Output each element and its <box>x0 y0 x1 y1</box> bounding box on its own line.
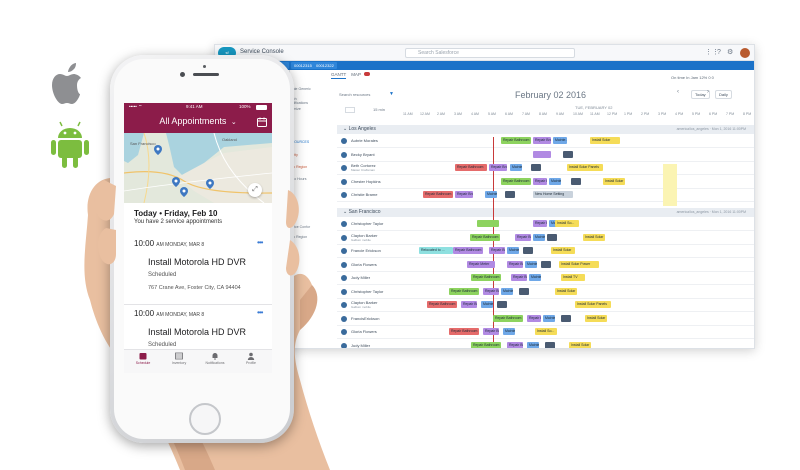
mobile-screen: ••••• ⌔ 9:41 AM 100% All Appointments ⌄ … <box>124 103 272 373</box>
tab-label: Notifications <box>205 361 225 365</box>
appointment-time: 10:00 AM MONDAY, MAR 8 <box>134 239 205 248</box>
calendar-icon[interactable] <box>257 117 267 127</box>
hand-fingers <box>94 180 300 276</box>
map-pin-icon[interactable] <box>206 179 214 189</box>
date-heading: Today • Friday, Feb 10 <box>134 209 218 218</box>
inventory-icon <box>175 352 183 360</box>
status-time: 9:41 AM <box>186 104 203 109</box>
mobile-header: ••••• ⌔ 9:41 AM 100% All Appointments ⌄ <box>124 103 272 133</box>
bottom-tab-bar: Schedule Inventory Notifications Profile <box>124 349 272 373</box>
tab-inventory[interactable]: Inventory <box>164 352 194 365</box>
appointment-status: Scheduled <box>148 342 177 348</box>
tab-notifications[interactable]: Notifications <box>200 352 230 365</box>
status-bar: ••••• ⌔ 9:41 AM 100% <box>124 103 272 112</box>
signal-icon: ••••• ⌔ <box>129 104 143 109</box>
tab-label: Schedule <box>135 361 151 365</box>
appointment-job: Install Motorola HD DVR <box>148 327 247 337</box>
appointment-status: Scheduled <box>148 272 177 278</box>
bell-icon <box>212 353 218 360</box>
expand-map-icon[interactable]: ⤢ <box>248 183 262 197</box>
appointment-time: 10:00 AM MONDAY, MAR 8 <box>134 309 205 318</box>
appointment-address: 767 Crane Ave, Foster City, CA 94404 <box>148 285 241 291</box>
more-actions-icon[interactable]: ••• <box>257 238 263 247</box>
map-label-oakland: Oakland <box>222 137 237 142</box>
tab-profile[interactable]: Profile <box>236 352 266 365</box>
battery-icon <box>256 105 267 110</box>
tab-schedule[interactable]: Schedule <box>128 352 158 365</box>
tab-label: Profile <box>246 361 256 365</box>
map-label-sf: San Francisco <box>130 141 156 146</box>
tab-label: Inventory <box>171 361 187 365</box>
more-actions-icon[interactable]: ••• <box>257 308 263 317</box>
map-pin-icon[interactable] <box>154 145 162 155</box>
appointments-map[interactable]: San Francisco Oakland ⤢ <box>124 133 272 203</box>
appointments-count: You have 2 service appointments <box>134 219 223 225</box>
calendar-icon <box>139 353 147 360</box>
person-icon <box>247 352 255 360</box>
divider <box>124 304 272 305</box>
map-pin-icon[interactable] <box>172 177 180 187</box>
chevron-down-icon: ⌄ <box>228 119 237 126</box>
battery-percent: 100% <box>239 104 251 109</box>
view-selector[interactable]: All Appointments ⌄ <box>124 116 272 126</box>
view-title: All Appointments <box>159 116 227 126</box>
map-pin-icon[interactable] <box>180 187 188 197</box>
appointment-job: Install Motorola HD DVR <box>148 257 247 267</box>
